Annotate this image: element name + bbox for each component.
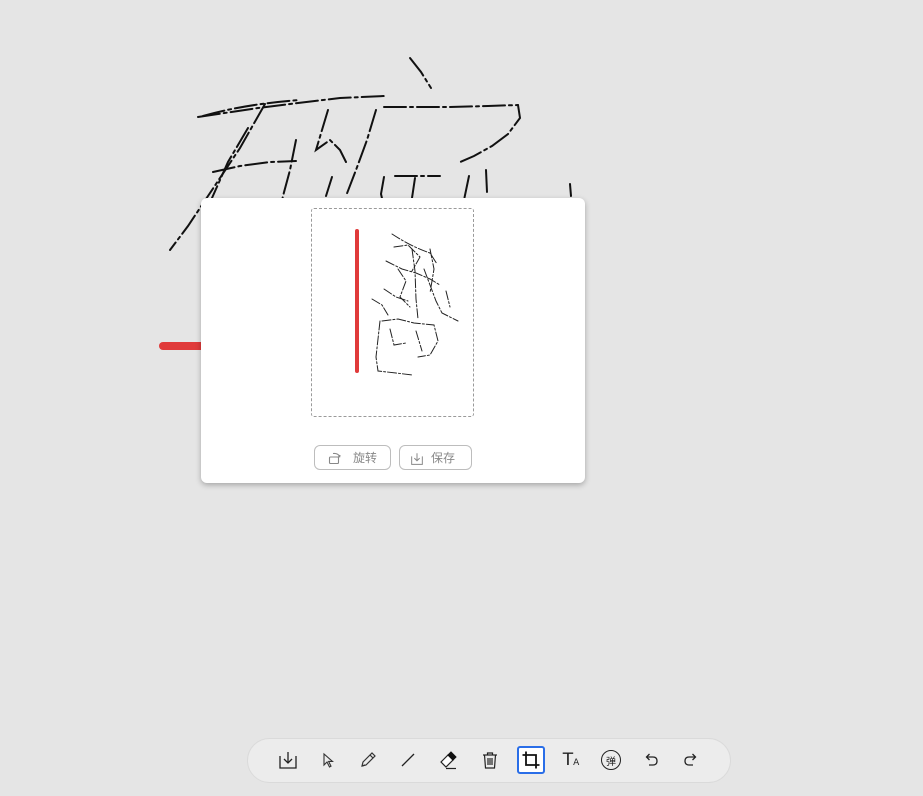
redo-icon: [684, 753, 697, 766]
rotate-icon: [327, 450, 343, 466]
redo-tool[interactable]: [677, 746, 705, 774]
save-button-label: 保存: [431, 451, 456, 465]
rotate-button[interactable]: 旋转: [314, 445, 391, 470]
save-button[interactable]: 保存: [399, 445, 472, 470]
danmaku-icon: 弹: [601, 750, 621, 770]
crop-icon: [522, 751, 540, 769]
crop-selection-area[interactable]: [311, 208, 474, 417]
pencil-icon: [361, 752, 376, 767]
danmaku-tool[interactable]: 弹: [597, 746, 625, 774]
save-download-icon: [409, 450, 425, 466]
text-icon: TA: [562, 750, 580, 770]
crop-preview-panel: 旋转 保存: [201, 198, 585, 483]
undo-icon: [645, 753, 658, 766]
text-tool[interactable]: TA: [557, 746, 585, 774]
trash-icon: [483, 752, 497, 769]
eraser-icon: [440, 751, 457, 770]
cropped-preview-image: [355, 229, 459, 376]
line-tool[interactable]: [394, 746, 422, 774]
eraser-tool[interactable]: [434, 746, 462, 774]
line-icon: [401, 753, 415, 767]
pencil-tool[interactable]: [354, 746, 382, 774]
crop-tool[interactable]: [517, 746, 545, 774]
download-icon: [279, 752, 297, 769]
select-cursor-icon: [323, 752, 334, 768]
drawing-toolbar: TA 弹: [247, 738, 731, 783]
select-tool[interactable]: [314, 746, 342, 774]
rotate-button-label: 旋转: [353, 451, 378, 465]
delete-tool[interactable]: [476, 746, 504, 774]
undo-tool[interactable]: [637, 746, 665, 774]
download-tool[interactable]: [274, 746, 302, 774]
